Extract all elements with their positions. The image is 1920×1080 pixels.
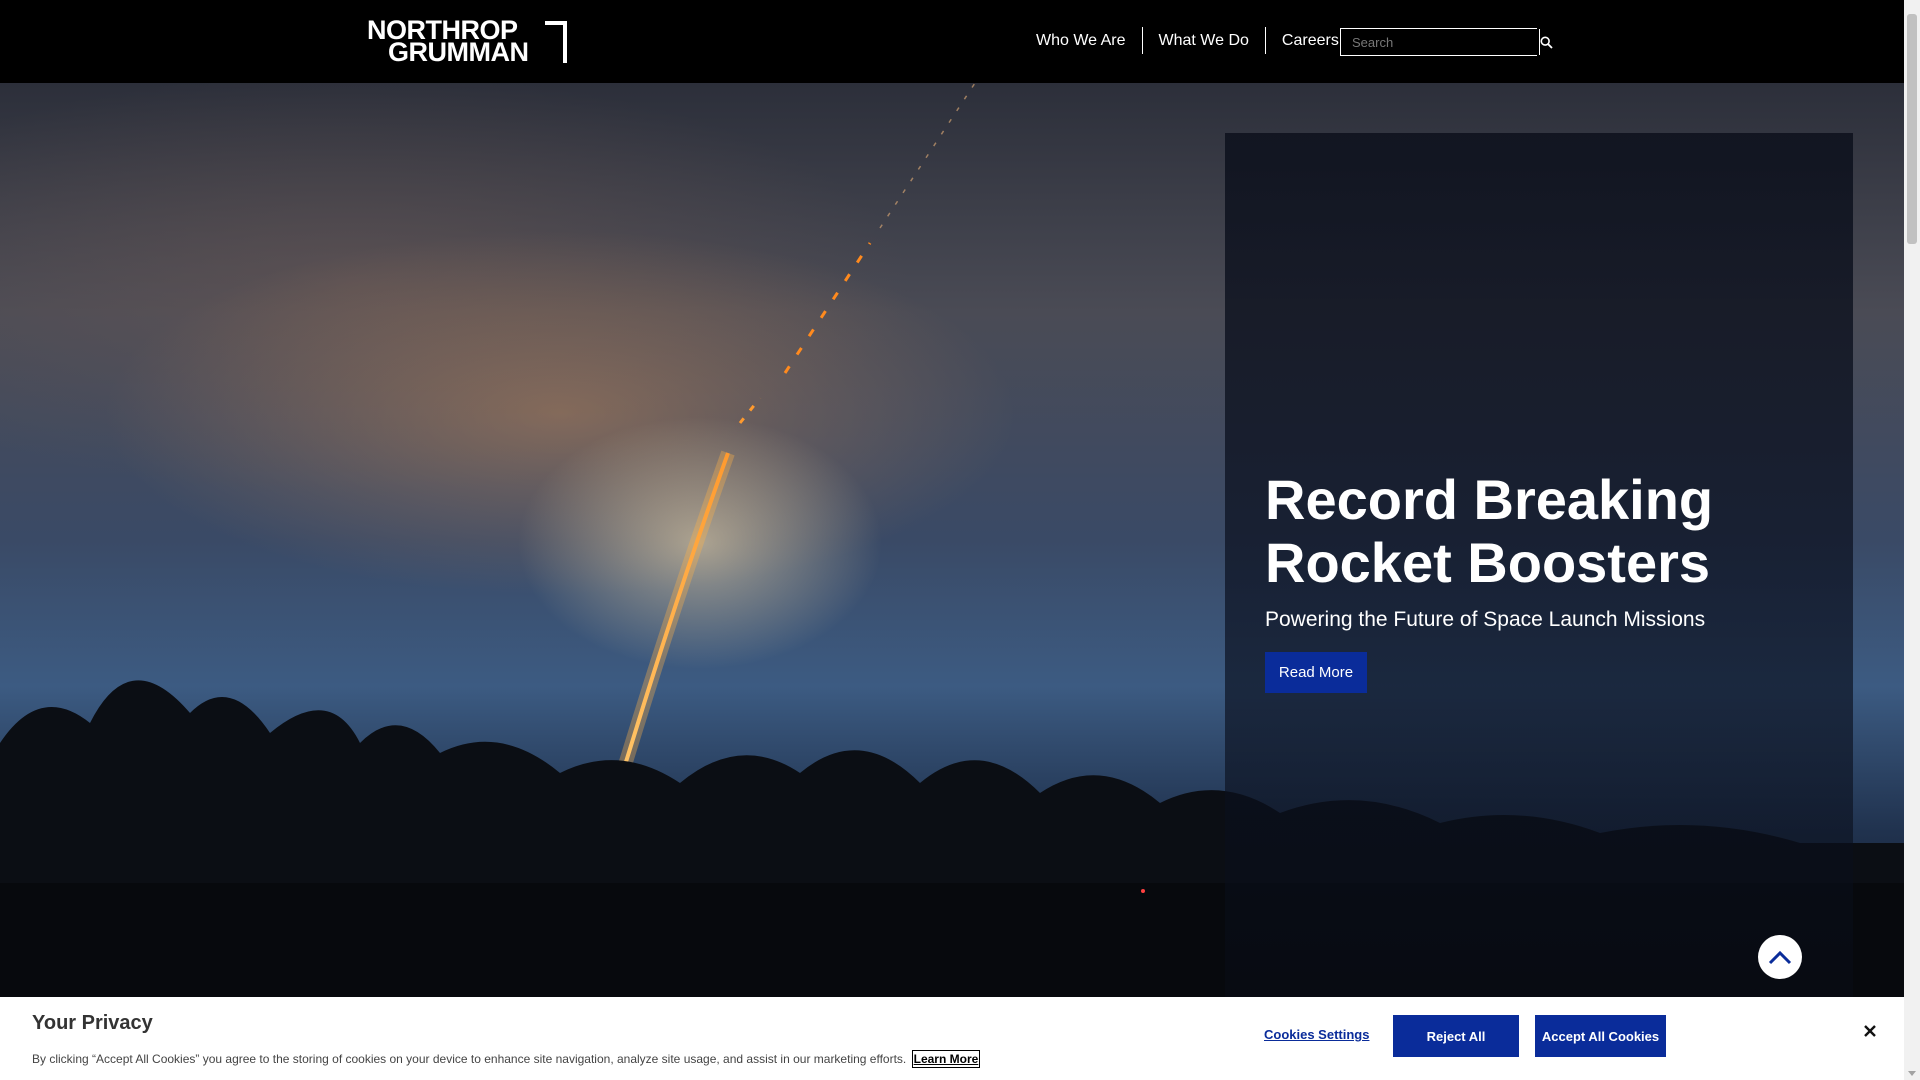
nav-who-we-are[interactable]: Who We Are: [1020, 27, 1142, 54]
main-nav: Who We Are What We Do Careers: [1020, 27, 1355, 54]
site-header: NORTHROP GRUMMAN Who We Are What We Do C…: [0, 0, 1904, 83]
logo-line-2: GRUMMAN: [388, 37, 529, 67]
cookies-settings-button[interactable]: Cookies Settings: [1264, 1027, 1369, 1042]
search-button[interactable]: [1539, 29, 1553, 55]
scrollbar-thumb[interactable]: [1907, 14, 1917, 244]
learn-more-link[interactable]: Learn More: [911, 1050, 981, 1068]
cookie-description: By clicking “Accept All Cookies” you agr…: [32, 1052, 907, 1066]
cookie-banner: Your Privacy By clicking “Accept All Coo…: [0, 997, 1904, 1080]
cookie-banner-text: By clicking “Accept All Cookies” you agr…: [32, 1050, 981, 1068]
hero-banner: Record Breaking Rocket Boosters Powering…: [0, 83, 1904, 997]
search-icon: [1540, 35, 1553, 49]
reject-all-button[interactable]: Reject All: [1393, 1015, 1519, 1057]
hero-subheading: Powering the Future of Space Launch Miss…: [1265, 608, 1706, 631]
cookie-banner-title: Your Privacy: [32, 1012, 153, 1034]
scroll-to-top-button[interactable]: [1758, 935, 1802, 979]
page-scrollbar[interactable]: [1904, 0, 1920, 1080]
close-icon: [1864, 1025, 1876, 1037]
search-box: [1340, 28, 1553, 56]
northrop-grumman-logo[interactable]: NORTHROP GRUMMAN: [365, 17, 567, 67]
accept-all-cookies-button[interactable]: Accept All Cookies: [1535, 1015, 1666, 1057]
search-input[interactable]: [1341, 29, 1539, 55]
chevron-up-icon: [1768, 950, 1792, 965]
cookie-close-button[interactable]: [1860, 1021, 1880, 1041]
nav-what-we-do[interactable]: What We Do: [1141, 27, 1265, 54]
read-more-button[interactable]: Read More: [1265, 652, 1367, 693]
scroll-down-arrow-icon[interactable]: [1908, 1071, 1916, 1076]
logo-bracket: [545, 21, 567, 63]
hero-headline: Record Breaking Rocket Boosters: [1265, 468, 1714, 594]
